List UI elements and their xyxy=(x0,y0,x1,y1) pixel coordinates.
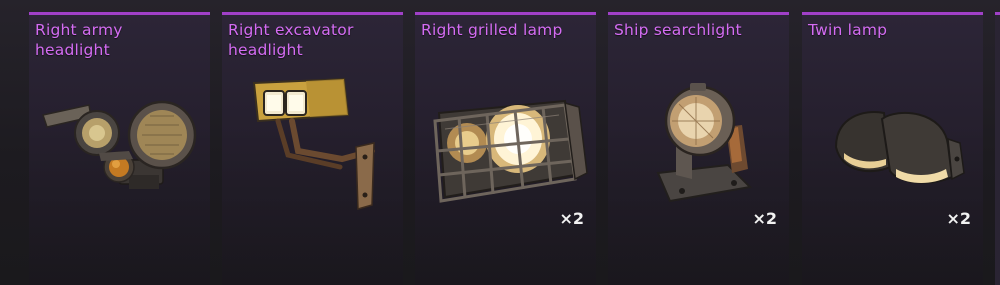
item-title: Twin lamp xyxy=(808,21,888,39)
excavator-headlight-icon xyxy=(252,77,375,210)
item-title: Right grilled lamp xyxy=(421,21,563,39)
item-title: Ship searchlight xyxy=(614,21,742,39)
item-card-right-excavator-headlight[interactable]: Right excavator headlight xyxy=(222,12,403,285)
partial-item-card xyxy=(995,12,1000,285)
item-card-ship-searchlight[interactable]: Ship searchlight ×2 xyxy=(608,12,789,285)
twin-lamp-icon xyxy=(834,111,965,184)
grilled-lamp-icon xyxy=(433,99,588,203)
item-quantity: ×2 xyxy=(946,209,971,228)
item-card-right-army-headlight[interactable]: Right army headlight xyxy=(29,12,210,285)
item-card-right-grilled-lamp[interactable]: Right grilled lamp ×2 xyxy=(415,12,596,285)
inventory-strip: Right army headlight Right excavator hea… xyxy=(0,0,1000,285)
item-quantity: ×2 xyxy=(559,209,584,228)
item-title: Right army headlight xyxy=(35,21,123,59)
item-title: Right excavator headlight xyxy=(228,21,354,59)
item-card-twin-lamp[interactable]: Twin lamp ×2 xyxy=(802,12,983,285)
item-quantity: ×2 xyxy=(752,209,777,228)
army-headlight-icon xyxy=(42,100,197,189)
ship-searchlight-icon xyxy=(656,83,753,203)
